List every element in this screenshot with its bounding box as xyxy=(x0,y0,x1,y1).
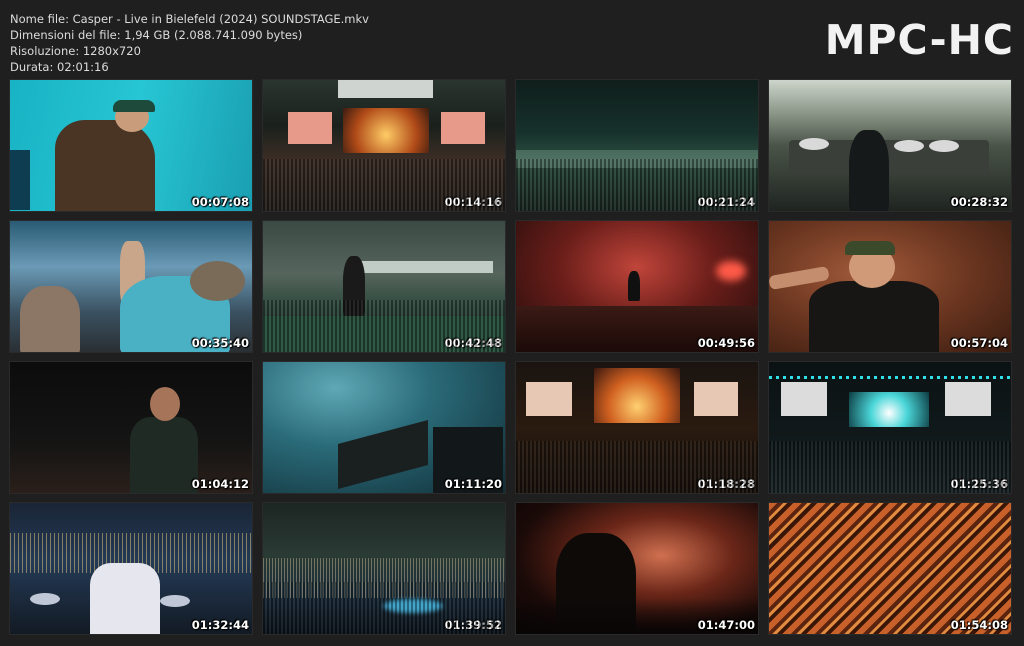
timestamp: 01:18:28 xyxy=(697,477,755,491)
thumbnail-grid: 00:07:08 00:14:16 00:21:24 00:28:32 00:3… xyxy=(9,79,1012,635)
timestamp: 00:57:04 xyxy=(950,336,1008,350)
timestamp: 01:25:36 xyxy=(950,477,1008,491)
timestamp: 01:04:12 xyxy=(191,477,249,491)
thumbnail[interactable]: 01:11:20 xyxy=(262,361,506,494)
thumbnail[interactable]: 00:57:04 xyxy=(768,220,1012,353)
file-info: Nome file: Casper - Live in Bielefeld (2… xyxy=(10,11,369,75)
thumbnail[interactable]: 00:21:24 xyxy=(515,79,759,212)
thumbnail[interactable]: 01:18:28 xyxy=(515,361,759,494)
thumbnail[interactable]: 00:14:16 xyxy=(262,79,506,212)
thumbnail[interactable]: 01:32:44 xyxy=(9,502,253,635)
thumbnail[interactable]: 00:49:56 xyxy=(515,220,759,353)
thumbnail[interactable]: 01:54:08 xyxy=(768,502,1012,635)
app-logo: MPC-HC xyxy=(824,16,1014,64)
thumbnail[interactable]: 01:39:52 xyxy=(262,502,506,635)
thumbnail[interactable]: 00:28:32 xyxy=(768,79,1012,212)
timestamp: 00:49:56 xyxy=(697,336,755,350)
thumbnail[interactable]: 00:42:48 xyxy=(262,220,506,353)
file-name: Nome file: Casper - Live in Bielefeld (2… xyxy=(10,12,369,26)
file-size: Dimensioni del file: 1,94 GB (2.088.741.… xyxy=(10,28,303,42)
timestamp: 00:35:40 xyxy=(191,336,249,350)
timestamp: 00:21:24 xyxy=(697,195,755,209)
timestamp: 01:32:44 xyxy=(191,618,249,632)
timestamp: 01:39:52 xyxy=(444,618,502,632)
timestamp: 00:28:32 xyxy=(950,195,1008,209)
timestamp: 00:42:48 xyxy=(444,336,502,350)
duration: Durata: 02:01:16 xyxy=(10,60,109,74)
timestamp: 00:14:16 xyxy=(444,195,502,209)
thumbnail[interactable]: 01:47:00 xyxy=(515,502,759,635)
thumbnail[interactable]: 00:07:08 xyxy=(9,79,253,212)
thumbnail[interactable]: 01:04:12 xyxy=(9,361,253,494)
timestamp: 01:11:20 xyxy=(444,477,502,491)
timestamp: 01:47:00 xyxy=(697,618,755,632)
resolution: Risoluzione: 1280x720 xyxy=(10,44,141,58)
thumbnail[interactable]: 01:25:36 xyxy=(768,361,1012,494)
timestamp: 01:54:08 xyxy=(950,618,1008,632)
timestamp: 00:07:08 xyxy=(191,195,249,209)
thumbnail[interactable]: 00:35:40 xyxy=(9,220,253,353)
